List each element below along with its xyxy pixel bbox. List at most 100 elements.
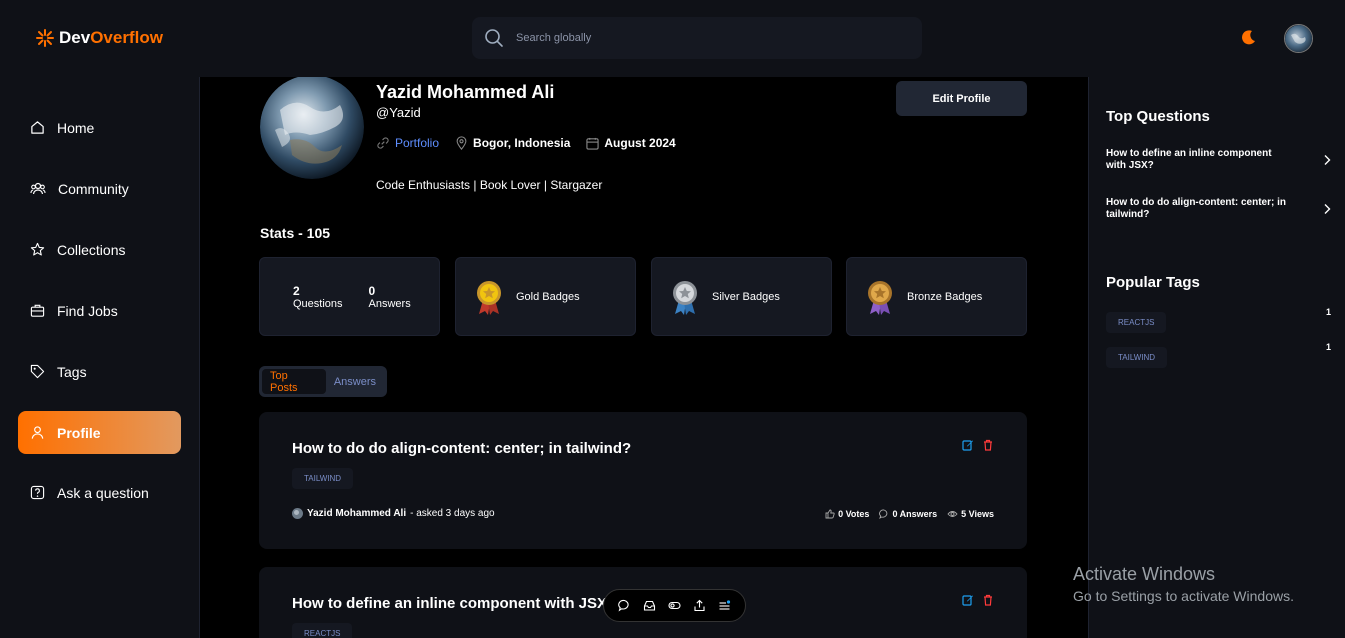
- answers-label: Answers: [368, 297, 411, 310]
- stat-card-silver: Silver Badges: [651, 257, 832, 336]
- activate-windows-watermark: Activate Windows Go to Settings to activ…: [1073, 564, 1294, 604]
- like-icon: [825, 509, 835, 519]
- top-questions-title: Top Questions: [1106, 108, 1210, 125]
- right-sidebar: Top Questions How to define an inline co…: [1088, 77, 1345, 638]
- delete-icon[interactable]: [982, 439, 994, 451]
- post-card[interactable]: How to do do align-content: center; in t…: [259, 412, 1027, 549]
- sidebar-item-collections[interactable]: Collections: [18, 228, 181, 271]
- portfolio-label: Portfolio: [395, 136, 440, 150]
- stat-card-gold: Gold Badges: [455, 257, 636, 336]
- portfolio-link[interactable]: Portfolio: [376, 136, 439, 150]
- sidebar-item-tags[interactable]: Tags: [18, 350, 181, 393]
- logo-text-overflow: Overflow: [90, 28, 163, 47]
- global-search[interactable]: [472, 17, 922, 59]
- questions-stat: 2 Questions: [293, 284, 343, 310]
- comment-icon[interactable]: [618, 599, 631, 612]
- joined-text: August 2024: [604, 136, 676, 150]
- gold-medal-icon: [477, 280, 501, 315]
- answers-metric: 0 Answers: [879, 509, 937, 519]
- sidebar-item-label: Home: [57, 119, 95, 136]
- inbox-icon[interactable]: [643, 599, 656, 612]
- popular-tag-chip[interactable]: REACTJS: [1106, 312, 1167, 333]
- top-question-item[interactable]: How to define an inline component with J…: [1106, 148, 1331, 172]
- logo[interactable]: Dev Overflow: [35, 28, 163, 48]
- sidebar-item-label: Profile: [57, 424, 101, 441]
- edit-profile-button[interactable]: Edit Profile: [896, 81, 1027, 116]
- silver-badges-label: Silver Badges: [712, 290, 780, 303]
- profile-username: @Yazid: [376, 105, 421, 120]
- silver-medal-icon: [673, 280, 697, 315]
- tag-icon: [30, 364, 45, 379]
- main-content: Yazid Mohammed Ali @Yazid Portfolio Bogo…: [201, 77, 1087, 638]
- logo-icon: [36, 29, 54, 47]
- location-text: Bogor, Indonesia: [473, 136, 571, 150]
- sidebar-item-label: Ask a question: [57, 484, 149, 501]
- top-navbar: Dev Overflow: [0, 0, 1345, 77]
- post-tag[interactable]: TAILWIND: [292, 468, 354, 489]
- watermark-line1: Activate Windows: [1073, 564, 1216, 584]
- sidebar-item-ask-question[interactable]: Ask a question: [18, 471, 181, 514]
- top-question-text: How to define an inline component with J…: [1106, 148, 1272, 171]
- question-icon: [30, 485, 45, 500]
- message-icon: [879, 509, 888, 519]
- answers-count: 0: [368, 283, 376, 298]
- stat-card-qa: 2 Questions 0 Answers: [259, 257, 440, 336]
- suitcase-icon: [30, 304, 45, 317]
- stat-card-bronze: Bronze Badges: [846, 257, 1027, 336]
- views-count: 5 Views: [961, 509, 994, 519]
- location: Bogor, Indonesia: [455, 136, 570, 150]
- search-icon: [485, 29, 503, 47]
- bronze-badges-label: Bronze Badges: [907, 290, 983, 303]
- list-settings-icon[interactable]: [718, 599, 731, 612]
- top-question-item[interactable]: How to do do align-content: center; in t…: [1106, 197, 1331, 221]
- profile-avatar: [260, 77, 364, 179]
- toggle-icon[interactable]: [668, 599, 681, 612]
- post-title[interactable]: How to do do align-content: center; in t…: [292, 440, 631, 457]
- floating-toolbar: [603, 589, 746, 622]
- share-icon[interactable]: [693, 599, 706, 612]
- moon-icon[interactable]: [1239, 29, 1257, 47]
- popular-tag-count: 1: [1325, 342, 1331, 352]
- avatar[interactable]: [1284, 24, 1313, 53]
- views-metric: 5 Views: [947, 509, 994, 519]
- sidebar-item-label: Tags: [57, 363, 87, 380]
- post-actions: [962, 594, 994, 606]
- sidebar-item-community[interactable]: Community: [18, 167, 181, 210]
- popular-tag-item[interactable]: TAILWIND 1: [1106, 342, 1331, 368]
- post-title[interactable]: How to define an inline component with J…: [292, 595, 607, 612]
- sidebar-item-find-jobs[interactable]: Find Jobs: [18, 289, 181, 332]
- star-icon: [30, 242, 45, 256]
- popular-tag-chip[interactable]: TAILWIND: [1106, 347, 1168, 368]
- joined-date: August 2024: [586, 136, 676, 150]
- profile-name: Yazid Mohammed Ali: [376, 82, 555, 102]
- top-question-text: How to do do align-content: center; in t…: [1106, 197, 1286, 220]
- users-icon: [30, 182, 46, 195]
- logo-text-dev: Dev: [59, 28, 91, 47]
- profile-bio: Code Enthusiasts | Book Lover | Stargaze…: [376, 178, 603, 192]
- profile-tabs: Top Posts Answers: [259, 366, 387, 397]
- post-author[interactable]: Yazid Mohammed Ali - asked 3 days ago: [292, 508, 495, 519]
- eye-icon: [947, 511, 958, 517]
- sidebar-item-home[interactable]: Home: [18, 106, 181, 149]
- tab-answers[interactable]: Answers: [326, 369, 384, 394]
- sidebar-item-profile[interactable]: Profile: [18, 411, 181, 454]
- location-pin-icon: [456, 136, 467, 150]
- gold-badges-label: Gold Badges: [516, 290, 580, 303]
- watermark-line2: Go to Settings to activate Windows.: [1073, 588, 1294, 604]
- post-tag[interactable]: REACTJS: [292, 623, 353, 638]
- left-sidebar: Home Community Collections Find Jobs Tag…: [0, 77, 200, 638]
- edit-icon[interactable]: [962, 439, 974, 451]
- votes-metric: 0 Votes: [825, 509, 869, 519]
- questions-count: 2: [293, 283, 300, 298]
- sidebar-item-label: Community: [58, 180, 129, 197]
- asked-time: - asked 3 days ago: [410, 508, 495, 519]
- edit-icon[interactable]: [962, 594, 974, 606]
- popular-tag-item[interactable]: REACTJS 1: [1106, 307, 1331, 333]
- profile-meta: Portfolio Bogor, Indonesia August 2024: [376, 136, 676, 150]
- bronze-medal-icon: [868, 280, 892, 315]
- questions-label: Questions: [293, 297, 343, 310]
- chevron-right-icon: [1324, 204, 1331, 214]
- search-input[interactable]: [516, 32, 876, 44]
- tab-top-posts[interactable]: Top Posts: [262, 369, 326, 394]
- delete-icon[interactable]: [982, 594, 994, 606]
